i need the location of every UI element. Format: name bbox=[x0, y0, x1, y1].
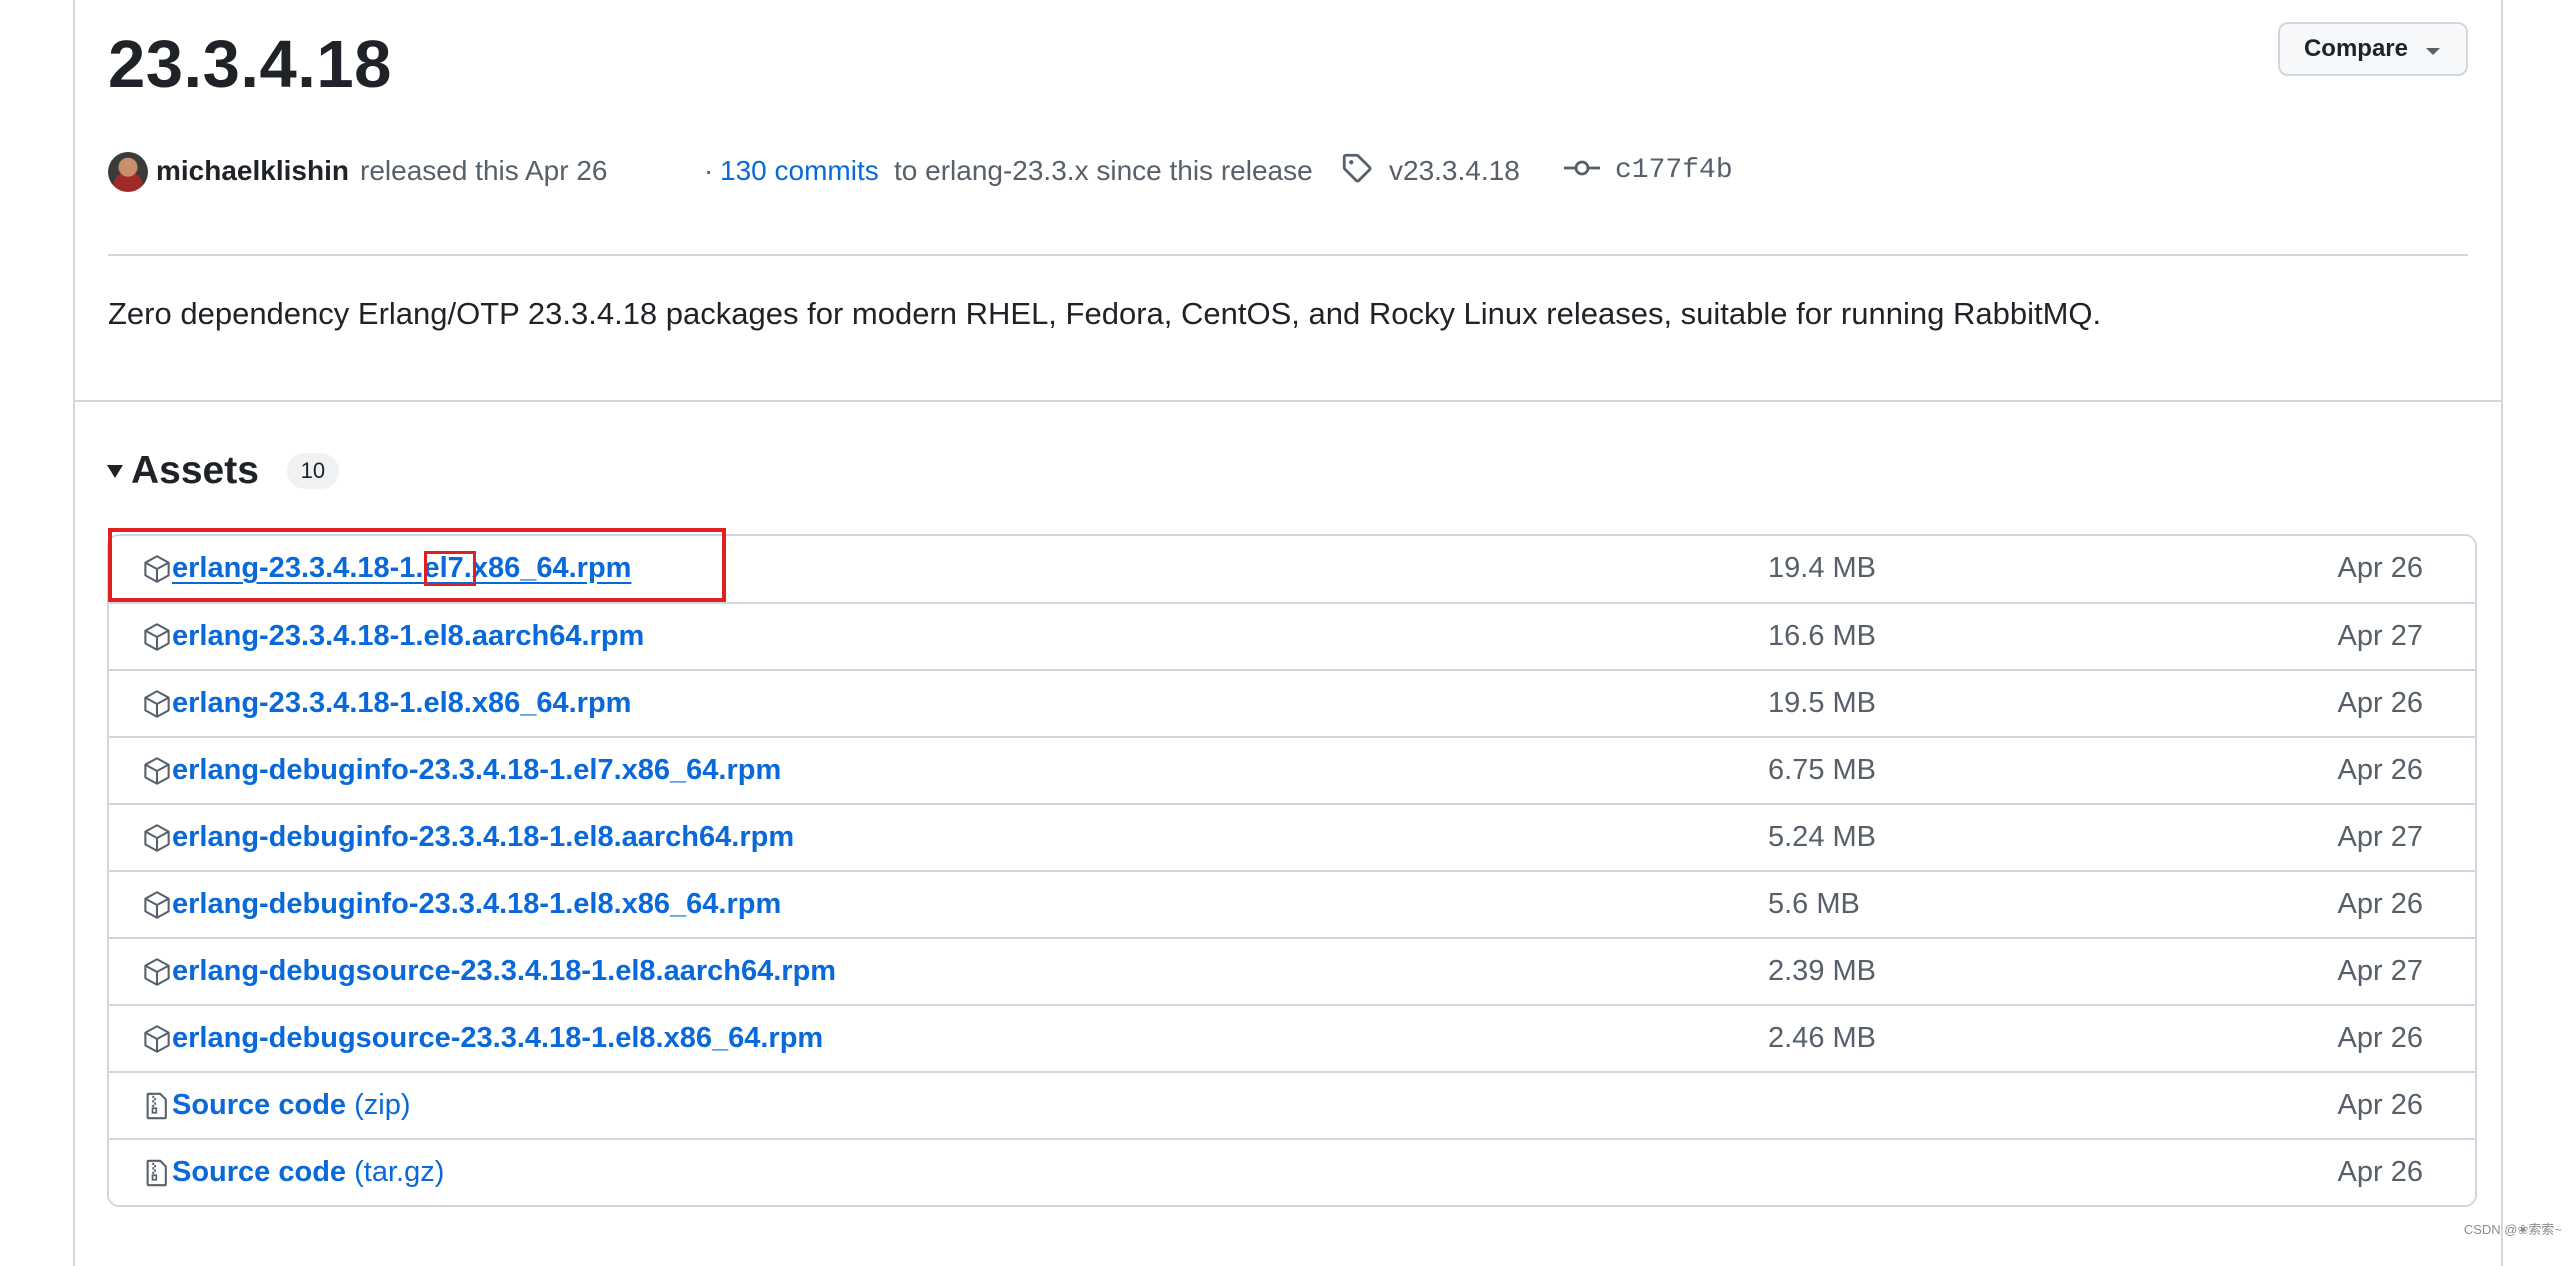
asset-size: 16.6 MB bbox=[1768, 620, 1876, 652]
package-icon bbox=[142, 1024, 172, 1054]
asset-row: erlang-23.3.4.18-1.el8.aarch64.rpm 16.6 M… bbox=[109, 602, 2475, 669]
asset-link[interactable]: Source code (zip) bbox=[172, 1073, 411, 1137]
avatar[interactable] bbox=[108, 152, 148, 192]
asset-row: erlang-debuginfo-23.3.4.18-1.el8.x86_64.… bbox=[109, 870, 2475, 937]
compare-button[interactable]: Compare bbox=[2277, 22, 2468, 76]
asset-row: erlang-debuginfo-23.3.4.18-1.el8.aarch64… bbox=[109, 803, 2475, 870]
release-title: 23.3.4.18 bbox=[108, 27, 392, 102]
asset-name: erlang-debuginfo-23.3.4.18-1.el7.x86_64.… bbox=[172, 754, 782, 786]
asset-date: Apr 26 bbox=[2337, 687, 2423, 719]
asset-link[interactable]: Source code (tar.gz) bbox=[172, 1140, 444, 1204]
asset-name: Source code bbox=[172, 1089, 347, 1121]
divider bbox=[108, 254, 2468, 256]
commit-icon bbox=[1564, 148, 1600, 204]
asset-date: Apr 26 bbox=[2337, 888, 2423, 920]
section-divider bbox=[75, 400, 2501, 402]
asset-link[interactable]: erlang-23.3.4.18-1.el7.x86_64.rpm bbox=[172, 536, 631, 600]
release-description: Zero dependency Erlang/OTP 23.3.4.18 pac… bbox=[108, 296, 2102, 331]
compare-label: Compare bbox=[2303, 35, 2408, 62]
assets-count-badge: 10 bbox=[286, 453, 339, 489]
asset-date: Apr 27 bbox=[2337, 821, 2423, 853]
package-icon bbox=[142, 957, 172, 987]
asset-size: 5.6 MB bbox=[1768, 888, 1860, 920]
asset-date: Apr 26 bbox=[2337, 754, 2423, 786]
asset-size: 2.39 MB bbox=[1768, 955, 1876, 987]
asset-extension: (zip) bbox=[354, 1089, 411, 1121]
package-icon bbox=[142, 689, 172, 719]
asset-link[interactable]: erlang-debuginfo-23.3.4.18-1.el8.x86_64.… bbox=[172, 872, 781, 936]
asset-row: erlang-debuginfo-23.3.4.18-1.el7.x86_64.… bbox=[109, 736, 2475, 803]
assets-list: erlang-23.3.4.18-1.el7.x86_64.rpm 19.4 MB… bbox=[107, 534, 2477, 1207]
asset-date: Apr 27 bbox=[2337, 620, 2423, 652]
asset-date: Apr 27 bbox=[2337, 955, 2423, 987]
asset-size: 19.5 MB bbox=[1768, 687, 1876, 719]
asset-link[interactable]: erlang-debuginfo-23.3.4.18-1.el7.x86_64.… bbox=[172, 738, 781, 802]
asset-date: Apr 26 bbox=[2337, 1089, 2423, 1121]
asset-name: erlang-23.3.4.18-1.el8.aarch64.rpm bbox=[172, 620, 645, 652]
asset-size: 19.4 MB bbox=[1768, 552, 1876, 584]
asset-link[interactable]: erlang-23.3.4.18-1.el8.aarch64.rpm bbox=[172, 604, 644, 668]
file-zip-icon bbox=[142, 1158, 172, 1188]
commits-prefix: · bbox=[704, 155, 714, 186]
asset-name: erlang-debuginfo-23.3.4.18-1.el8.aarch64… bbox=[172, 821, 795, 853]
asset-extension: (tar.gz) bbox=[354, 1156, 445, 1188]
watermark: CSDN @❀索索~ bbox=[2463, 1222, 2562, 1237]
asset-name: erlang-debuginfo-23.3.4.18-1.el8.x86_64.… bbox=[172, 888, 782, 920]
asset-row: erlang-23.3.4.18-1.el8.x86_64.rpm 19.5 MB… bbox=[109, 669, 2475, 736]
package-icon bbox=[142, 554, 172, 584]
asset-size: 2.46 MB bbox=[1768, 1022, 1876, 1054]
asset-name: Source code bbox=[172, 1156, 347, 1188]
asset-date: Apr 26 bbox=[2337, 1022, 2423, 1054]
triangle-down-icon bbox=[107, 464, 123, 478]
asset-row: Source code (tar.gz) Apr 26 bbox=[109, 1138, 2475, 1205]
asset-link[interactable]: erlang-23.3.4.18-1.el8.x86_64.rpm bbox=[172, 671, 631, 735]
asset-date: Apr 26 bbox=[2337, 1156, 2423, 1188]
tag-icon bbox=[1340, 148, 1374, 204]
file-zip-icon bbox=[142, 1091, 172, 1121]
asset-row: Source code (zip) Apr 26 bbox=[109, 1071, 2475, 1138]
asset-name: erlang-23.3.4.18-1.el8.x86_64.rpm bbox=[172, 687, 632, 719]
assets-heading: Assets bbox=[131, 449, 259, 492]
asset-row: erlang-debugsource-23.3.4.18-1.el8.aarch… bbox=[109, 937, 2475, 1004]
package-icon bbox=[142, 823, 172, 853]
commit-link[interactable]: c177f4b bbox=[1615, 146, 1733, 196]
asset-size: 6.75 MB bbox=[1768, 754, 1876, 786]
released-text: released this Apr 26 bbox=[360, 155, 608, 186]
tag-link[interactable]: v23.3.4.18 bbox=[1389, 146, 1520, 196]
author-link[interactable]: michaelklishin bbox=[156, 146, 349, 196]
asset-size: 5.24 MB bbox=[1768, 821, 1876, 853]
assets-toggle[interactable]: Assets 10 bbox=[107, 446, 339, 496]
asset-name: erlang-23.3.4.18-1.el7.x86_64.rpm bbox=[172, 552, 632, 584]
asset-link[interactable]: erlang-debugsource-23.3.4.18-1.el8.x86_6… bbox=[172, 1006, 823, 1070]
package-icon bbox=[142, 756, 172, 786]
asset-link[interactable]: erlang-debuginfo-23.3.4.18-1.el8.aarch64… bbox=[172, 805, 794, 869]
package-icon bbox=[142, 890, 172, 920]
asset-name: erlang-debugsource-23.3.4.18-1.el8.aarch… bbox=[172, 955, 837, 987]
chevron-down-icon bbox=[2426, 47, 2440, 55]
asset-row: erlang-debugsource-23.3.4.18-1.el8.x86_6… bbox=[109, 1004, 2475, 1071]
asset-row: erlang-23.3.4.18-1.el7.x86_64.rpm 19.4 MB… bbox=[109, 536, 2475, 602]
package-icon bbox=[142, 622, 172, 652]
release-meta: michaelklishin released this Apr 26 · 13… bbox=[108, 146, 2468, 196]
commits-suffix: to erlang-23.3.x since this release bbox=[894, 155, 1313, 186]
asset-name: erlang-debugsource-23.3.4.18-1.el8.x86_6… bbox=[172, 1022, 824, 1054]
commits-link[interactable]: 130 commits bbox=[720, 146, 879, 196]
asset-link[interactable]: erlang-debugsource-23.3.4.18-1.el8.aarch… bbox=[172, 939, 836, 1003]
asset-date: Apr 26 bbox=[2337, 552, 2423, 584]
